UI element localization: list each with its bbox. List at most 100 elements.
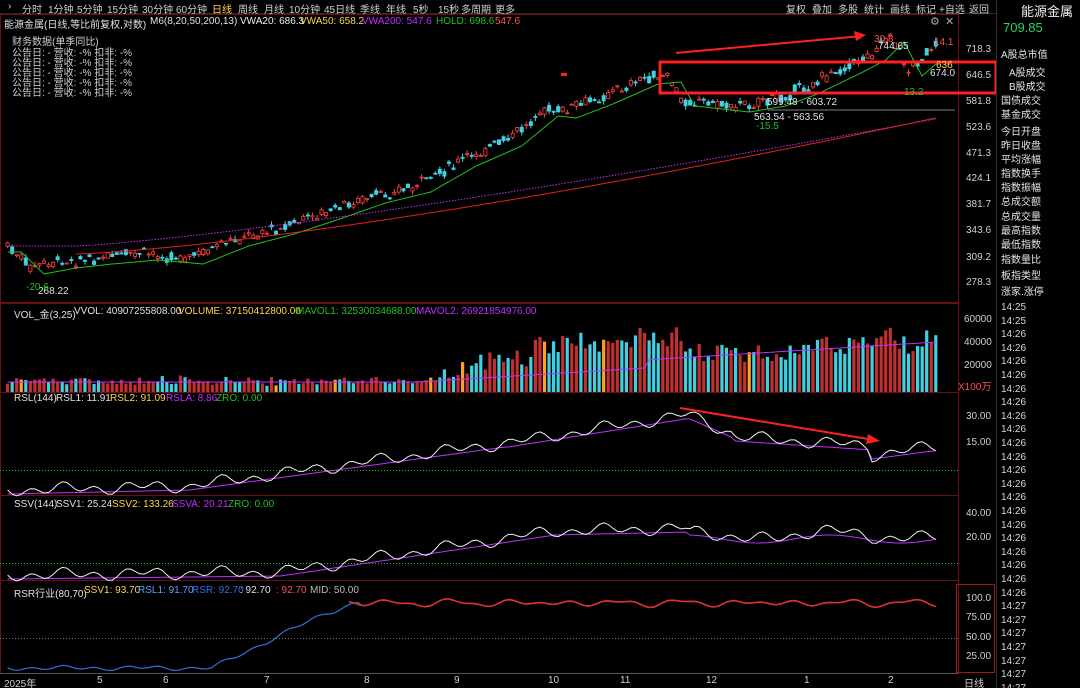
x-tick: 10 [548, 675, 560, 686]
volume-bar [497, 354, 501, 392]
volume-bar [133, 384, 137, 392]
info-item[interactable]: 涨家.涨停 [1001, 283, 1044, 298]
volume-bar [279, 379, 283, 392]
annotation-right_pct: 14.1 [934, 37, 954, 48]
info-item[interactable]: 总成交额 [1001, 193, 1041, 208]
candle-body [319, 209, 324, 215]
panel-frame [0, 392, 959, 496]
volume-bar [756, 345, 760, 392]
gear-icon[interactable]: ⚙ [930, 15, 940, 28]
candle-body [396, 186, 401, 193]
candle-body [101, 256, 106, 259]
candle-body [519, 126, 524, 133]
volume-bar [242, 382, 246, 392]
volume-bar [643, 332, 647, 392]
candle-body [724, 102, 729, 109]
volume-bar [315, 384, 319, 392]
volume-bar [552, 341, 556, 392]
time-item: 14:27 [1001, 669, 1027, 681]
info-item[interactable]: 平均涨幅 [1001, 151, 1041, 166]
info-item[interactable]: 总成交量 [1001, 208, 1041, 223]
info-item[interactable]: 板指类型 [1001, 267, 1041, 282]
time-item: 14:26 [1001, 465, 1027, 477]
info-item[interactable]: 昨日收盘 [1001, 137, 1041, 152]
candle-body [619, 90, 624, 93]
volume-bar [615, 339, 619, 392]
volume-bar [797, 354, 801, 392]
volume-bar [415, 381, 419, 392]
volume-bar [893, 340, 897, 392]
vol-tick: 60000 [964, 314, 992, 325]
candle-body [201, 248, 206, 256]
volume-bar [743, 361, 747, 392]
info-item[interactable]: 基金成交 [1001, 106, 1041, 121]
volume-bar [51, 378, 55, 392]
rsr-tick: 25.00 [966, 651, 992, 662]
volume-bar [788, 345, 792, 392]
volume-bar [793, 353, 797, 392]
hold2-value: 547.6 [495, 16, 521, 27]
volume-bar [902, 336, 906, 392]
candle-body [697, 98, 702, 101]
rsr-tick: 100.0 [966, 593, 992, 604]
info-item[interactable]: 指数换手 [1001, 165, 1041, 180]
candle-body [478, 155, 483, 157]
volume-bar [711, 359, 715, 392]
vol-tick: 20000 [964, 360, 992, 371]
candle-body [142, 247, 147, 250]
volume-bar [633, 335, 638, 392]
info-item[interactable]: 指数振幅 [1001, 179, 1041, 194]
volume-bar [929, 342, 933, 392]
time-item: 14:26 [1001, 424, 1027, 436]
arrow-head [854, 31, 866, 41]
candle-body [69, 259, 74, 262]
volume-bar [492, 358, 497, 392]
vwa50-value: VWA50: 658.2 [300, 16, 365, 27]
volume-bar [351, 383, 355, 392]
volume-bar [169, 384, 173, 392]
volume-bar [665, 346, 669, 392]
volume-bar [397, 379, 401, 392]
vwa20-value: VWA20: 686.3 [240, 16, 305, 27]
candle-body [929, 49, 934, 51]
candle-body [223, 242, 228, 245]
volume-bar [74, 378, 78, 392]
info-item[interactable]: 指数量比 [1001, 251, 1041, 266]
info-item[interactable]: 最低指数 [1001, 236, 1041, 251]
info-item[interactable]: 国债成交 [1001, 92, 1041, 107]
info-item[interactable]: 今日开盘 [1001, 123, 1041, 138]
volume-bar [456, 375, 460, 392]
ssv-zro-value: ZRO: 0.00 [228, 499, 275, 510]
candle-body [374, 190, 379, 195]
candle-body [310, 215, 315, 218]
info-item[interactable]: 最高指数 [1001, 222, 1041, 237]
volume-bar [747, 352, 751, 392]
volume-bar [297, 383, 301, 392]
candle-body [460, 156, 465, 159]
volume-bar [10, 381, 14, 392]
volume-bar [465, 373, 469, 392]
time-item: 14:26 [1001, 397, 1027, 409]
candle-body [701, 98, 706, 101]
candle-body [60, 262, 65, 265]
ma-purple-line [7, 118, 936, 247]
info-item[interactable]: B股成交 [1009, 78, 1046, 93]
info-item[interactable]: A股总市值 [1001, 46, 1048, 61]
rsl-zro-value: ZRO: 0.00 [216, 393, 263, 404]
candle-body [342, 200, 347, 204]
volume-bar [811, 350, 815, 392]
close-icon[interactable]: ✕ [945, 15, 954, 28]
volume-bar [342, 377, 346, 392]
candle-body [155, 256, 160, 259]
candle-body [729, 103, 734, 108]
volume-bar [370, 378, 374, 392]
volume-bar [19, 379, 23, 392]
volume-bar [916, 345, 920, 392]
volume-bar [329, 381, 333, 392]
info-item[interactable]: A股成交 [1009, 64, 1046, 79]
candle-body [346, 202, 351, 208]
volume-bar [388, 383, 392, 392]
candle-body [205, 249, 210, 255]
volume-bar [392, 382, 396, 392]
candle-body [537, 112, 542, 116]
